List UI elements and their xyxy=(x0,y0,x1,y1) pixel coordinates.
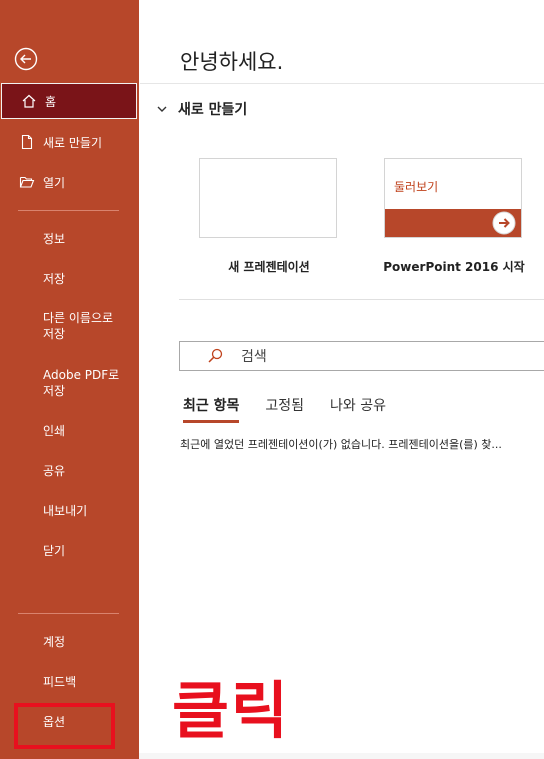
sidebar-item-label: 정보 xyxy=(43,231,66,246)
section-divider xyxy=(179,299,544,300)
backstage-home-pane: 안녕하세요. 새로 만들기 새 프레젠테이션 둘러보기 PowerPoint 2… xyxy=(139,0,544,759)
sidebar-item-label: 내보내기 xyxy=(43,503,88,518)
sidebar-item-label: 새로 만들기 xyxy=(43,135,103,150)
sidebar-item-home[interactable]: 홈 xyxy=(1,83,137,119)
section-title: 새로 만들기 xyxy=(178,102,248,118)
chevron-down-icon xyxy=(157,106,167,112)
template-powerpoint-tour[interactable]: 둘러보기 PowerPoint 2016 시작 xyxy=(383,158,525,278)
sidebar-item-share[interactable]: 공유 xyxy=(0,451,139,489)
sidebar-item-label: 공유 xyxy=(43,463,66,478)
new-document-icon xyxy=(19,134,35,150)
sidebar-item-save-as-adobe-pdf[interactable]: Adobe PDF로 저장 xyxy=(0,367,139,407)
empty-state-message: 최근에 열었던 프레젠테이션이(가) 없습니다. 프레젠테이션을(를) 찾... xyxy=(180,438,502,451)
arrow-right-circle-icon xyxy=(492,211,516,235)
tab-shared-with-me[interactable]: 나와 공유 xyxy=(330,395,386,423)
sidebar-divider xyxy=(18,613,119,614)
sidebar-item-save[interactable]: 저장 xyxy=(0,259,139,297)
sidebar-item-close[interactable]: 닫기 xyxy=(0,531,139,569)
sidebar-item-label: 저장 xyxy=(43,271,66,286)
sidebar-divider xyxy=(18,210,119,211)
back-arrow-circle-icon xyxy=(14,47,38,71)
header-divider xyxy=(140,83,544,84)
recent-tabs: 최근 항목 고정됨 나와 공유 xyxy=(183,395,412,423)
template-label: PowerPoint 2016 시작 xyxy=(383,260,525,274)
sidebar-item-open[interactable]: 열기 xyxy=(0,163,139,201)
template-thumbnail xyxy=(199,158,337,238)
sidebar-item-label: 인쇄 xyxy=(43,423,66,438)
annotation-label: 클릭 xyxy=(172,674,291,747)
sidebar-item-label: 피드백 xyxy=(43,674,77,689)
sidebar-item-export[interactable]: 내보내기 xyxy=(0,491,139,529)
sidebar-item-label: 열기 xyxy=(43,175,66,190)
new-section-toggle[interactable]: 새로 만들기 xyxy=(156,99,247,119)
template-thumbnail: 둘러보기 xyxy=(384,158,522,238)
sidebar-item-label: 다른 이름으로 저장 xyxy=(43,311,114,341)
tour-thumbnail-text: 둘러보기 xyxy=(394,180,439,194)
sidebar-item-info[interactable]: 정보 xyxy=(0,219,139,257)
search-placeholder: 검색 xyxy=(241,349,267,365)
tab-recent[interactable]: 최근 항목 xyxy=(183,395,240,423)
sidebar-item-label: 계정 xyxy=(43,634,66,649)
back-button[interactable] xyxy=(14,47,38,71)
status-strip xyxy=(139,753,544,759)
folder-open-icon xyxy=(19,174,35,190)
sidebar-item-account[interactable]: 계정 xyxy=(0,622,139,660)
sidebar-item-print[interactable]: 인쇄 xyxy=(0,411,139,449)
tab-pinned[interactable]: 고정됨 xyxy=(265,395,304,423)
page-title: 안녕하세요. xyxy=(180,50,284,74)
home-icon xyxy=(21,93,37,109)
sidebar-item-label: Adobe PDF로 저장 xyxy=(43,368,120,398)
annotation-highlight-box xyxy=(14,703,115,749)
sidebar-item-feedback[interactable]: 피드백 xyxy=(0,662,139,700)
search-icon xyxy=(208,348,223,363)
template-label: 새 프레젠테이션 xyxy=(228,260,310,274)
sidebar-item-label: 홈 xyxy=(45,94,57,109)
sidebar-item-save-as[interactable]: 다른 이름으로 저장 xyxy=(0,310,139,350)
backstage-sidebar: 홈 새로 만들기 열기 정보 저장 다른 이름으로 저장 Adobe PDF로 … xyxy=(0,0,139,759)
search-input[interactable]: 검색 xyxy=(179,341,544,371)
template-blank-presentation[interactable]: 새 프레젠테이션 xyxy=(199,158,339,278)
sidebar-item-new[interactable]: 새로 만들기 xyxy=(0,123,139,161)
sidebar-item-label: 닫기 xyxy=(43,543,66,558)
